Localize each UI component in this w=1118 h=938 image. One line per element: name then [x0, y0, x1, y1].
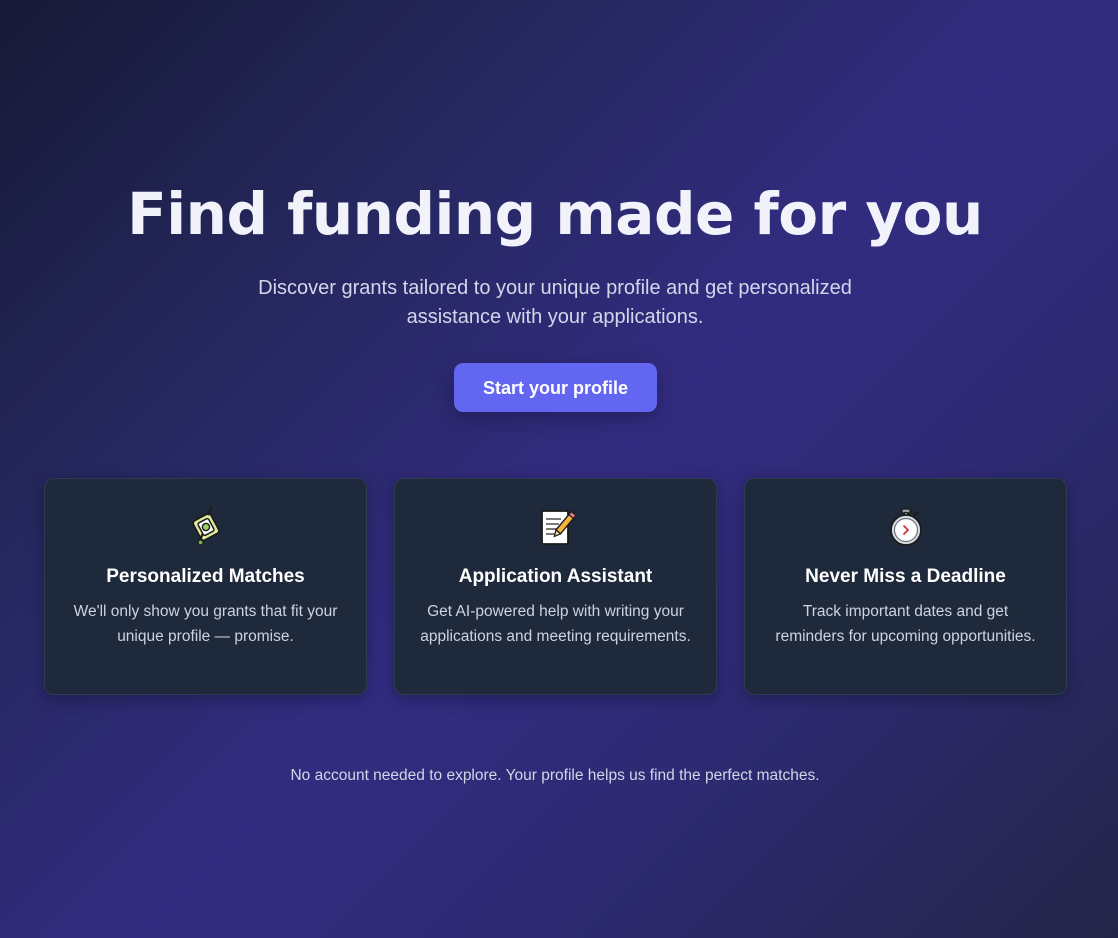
target-match-icon — [192, 507, 220, 546]
feature-description: We'll only show you grants that fit your… — [73, 603, 338, 645]
feature-card-application-assistant: Application Assistant Get AI-powered hel… — [394, 478, 717, 695]
memo-pencil-icon — [541, 510, 575, 545]
feature-title: Never Miss a Deadline — [805, 566, 1006, 587]
feature-title: Application Assistant — [458, 566, 653, 587]
feature-description: Track important dates and get reminders … — [775, 603, 1036, 645]
stopwatch-icon — [890, 508, 922, 546]
page-title: Find funding made for you — [127, 180, 983, 248]
start-profile-button[interactable]: Start your profile — [454, 363, 657, 412]
footer-note: No account needed to explore. Your profi… — [290, 767, 820, 784]
feature-card-personalized-matches: Personalized Matches We'll only show you… — [44, 478, 367, 695]
feature-title: Personalized Matches — [106, 566, 305, 587]
feature-description: Get AI-powered help with writing your ap… — [420, 603, 691, 645]
feature-card-never-miss-deadline: Never Miss a Deadline Track important da… — [744, 478, 1067, 695]
hero-subtitle: Discover grants tailored to your unique … — [258, 277, 852, 328]
